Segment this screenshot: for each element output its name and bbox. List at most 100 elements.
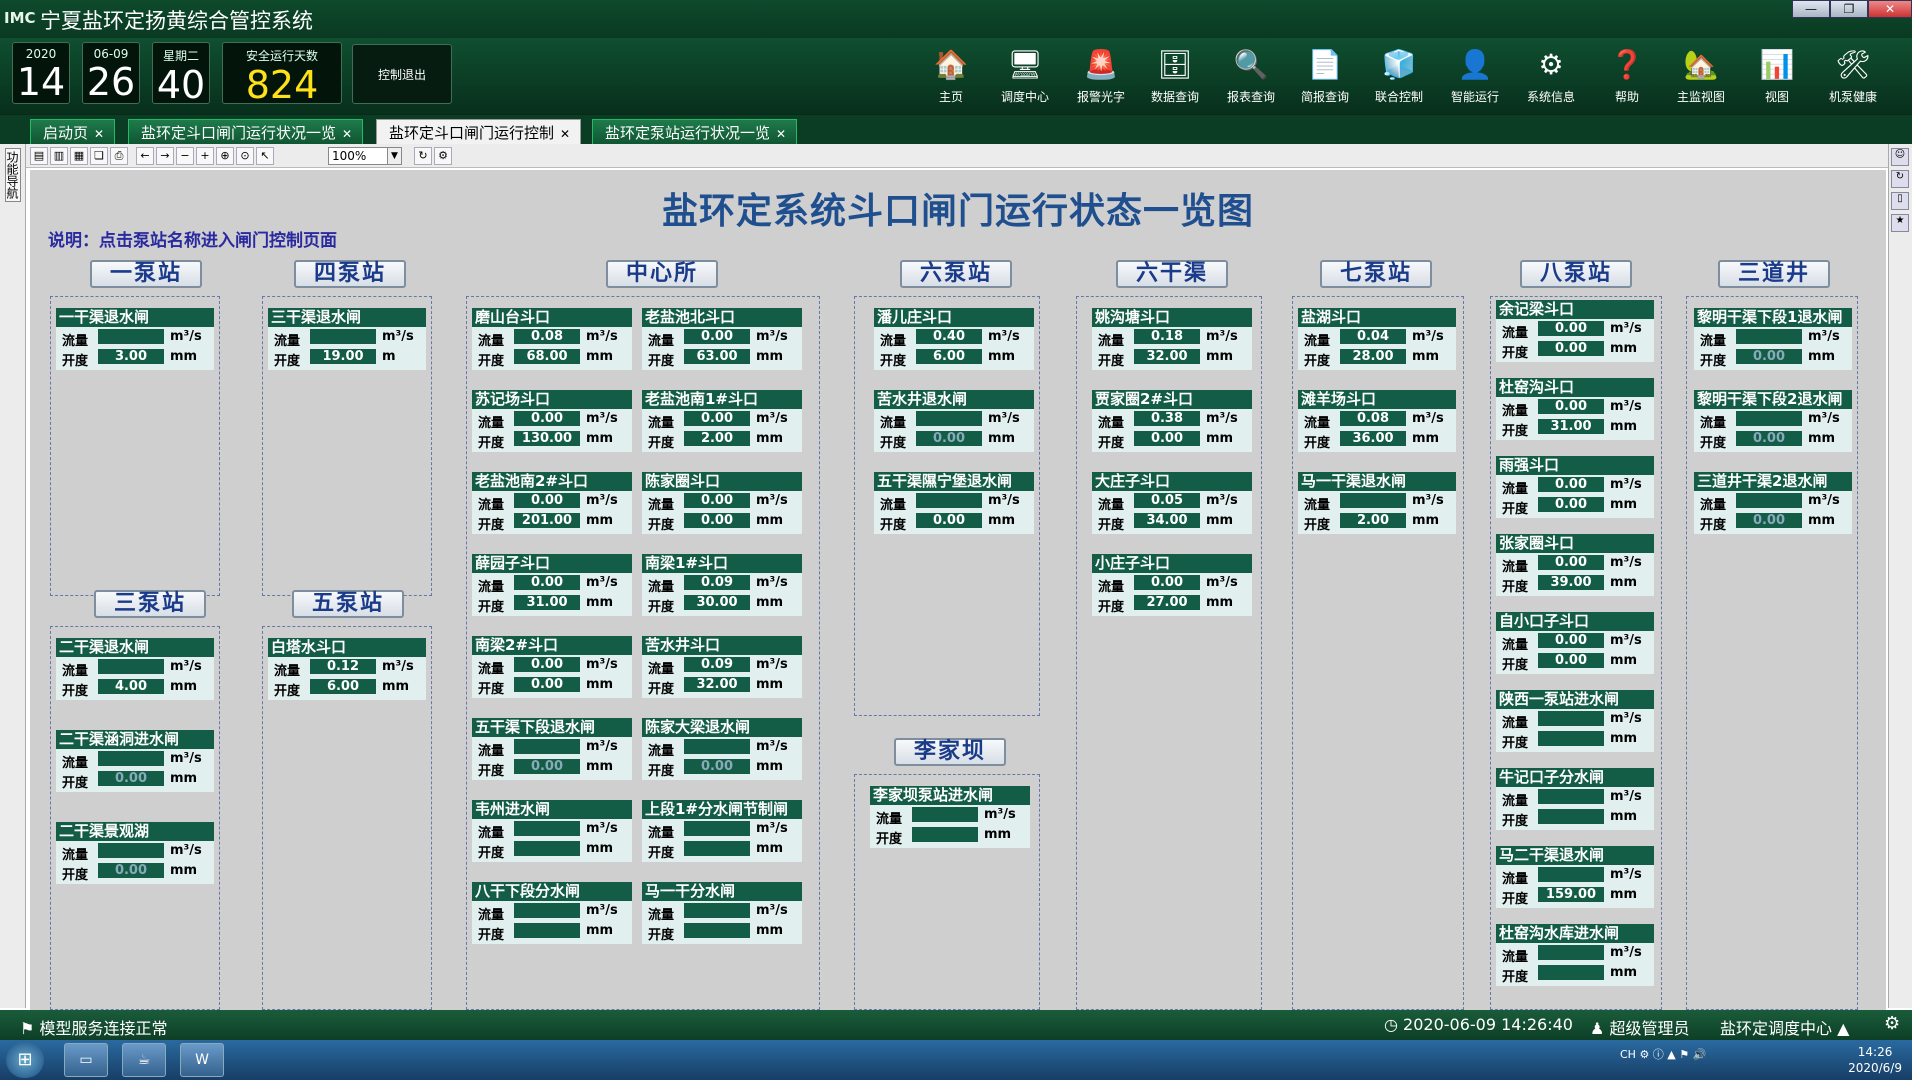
gate-card[interactable]: 杜窑沟斗口 流量 0.00 m³/s 开度 31.00 mm [1496,378,1654,440]
user-icon[interactable]: ☺ [1891,148,1909,166]
toolbar-button-7[interactable]: 👤 智能运行 [1442,42,1508,110]
gate-card[interactable]: 牛记口子分水闸 流量 m³/s 开度 mm [1496,768,1654,830]
pointer-icon[interactable]: ↖ [256,147,274,165]
station-button[interactable]: 五泵站 [292,590,404,618]
toolbar-button-6[interactable]: 🧊 联合控制 [1366,42,1432,110]
refresh-icon[interactable]: ↻ [1891,170,1909,188]
toolbar-button-2[interactable]: 🚨 报警光字 [1068,42,1134,110]
toolbar-button-9[interactable]: ❓ 帮助 [1594,42,1660,110]
settings-icon[interactable]: ⚙ [434,147,452,165]
station-button[interactable]: 七泵站 [1320,260,1432,288]
station-button[interactable]: 八泵站 [1520,260,1632,288]
station-button[interactable]: 六泵站 [900,260,1012,288]
toolbar-button-12[interactable]: 🛠 机泵健康 [1820,42,1886,110]
start-button[interactable]: ⊞ [6,1042,44,1078]
zoom-select[interactable]: 100% ▼ [328,147,402,165]
gate-card[interactable]: 余记梁斗口 流量 0.00 m³/s 开度 0.00 mm [1496,300,1654,362]
gate-card[interactable]: 苏记场斗口 流量 0.00 m³/s 开度 130.00 mm [472,390,632,452]
gate-card[interactable]: 磨山台斗口 流量 0.08 m³/s 开度 68.00 mm [472,308,632,370]
gate-card[interactable]: 小庄子斗口 流量 0.00 m³/s 开度 27.00 mm [1092,554,1252,616]
toolbar-button-8[interactable]: ⚙ 系统信息 [1518,42,1584,110]
gate-card[interactable]: 五干渠隰宁堡退水闸 流量 m³/s 开度 0.00 mm [874,472,1034,534]
close-tab-icon[interactable]: ✕ [560,127,570,141]
gate-card[interactable]: 南梁1#斗口 流量 0.09 m³/s 开度 30.00 mm [642,554,802,616]
gate-card[interactable]: 二干渠退水闸 流量 m³/s 开度 4.00 mm [56,638,214,700]
tab-pump-status-overview[interactable]: 盐环定泵站运行状况一览 ✕ [592,119,798,145]
toolbar-button-4[interactable]: 🔍 报表查询 [1218,42,1284,110]
gate-card[interactable]: 潘儿庄斗口 流量 0.40 m³/s 开度 6.00 mm [874,308,1034,370]
station-button[interactable]: 六干渠 [1116,260,1228,288]
gate-card[interactable]: 自小口子斗口 流量 0.00 m³/s 开度 0.00 mm [1496,612,1654,674]
station-button[interactable]: 李家坝 [894,738,1006,766]
refresh-icon[interactable]: ↻ [414,147,432,165]
station-button[interactable]: 三道井 [1718,260,1830,288]
gate-card[interactable]: 三干渠退水闸 流量 m³/s 开度 19.00 m [268,308,426,370]
toolbar-button-3[interactable]: 🗄 数据查询 [1142,42,1208,110]
input-language[interactable]: CH [1620,1048,1636,1061]
zoom-fit-icon[interactable]: ⊕ [216,147,234,165]
close-button[interactable]: ✕ [1868,0,1912,18]
function-nav-toggle[interactable]: 功能导航 [5,148,21,202]
zoom-out-icon[interactable]: − [176,147,194,165]
gate-card[interactable]: 老盐池南1#斗口 流量 0.00 m³/s 开度 2.00 mm [642,390,802,452]
gate-card[interactable]: 苦水井斗口 流量 0.09 m³/s 开度 32.00 mm [642,636,802,698]
gate-card[interactable]: 陕西一泵站进水闸 流量 m³/s 开度 mm [1496,690,1654,752]
gate-card[interactable]: 雨强斗口 流量 0.00 m³/s 开度 0.00 mm [1496,456,1654,518]
station-button[interactable]: 中心所 [606,260,718,288]
gate-card[interactable]: 黎明干渠下段1退水闸 流量 m³/s 开度 0.00 mm [1694,308,1852,370]
gate-card[interactable]: 杜窑沟水库进水闸 流量 m³/s 开度 mm [1496,924,1654,986]
star-icon[interactable]: ★ [1891,214,1909,232]
print-icon[interactable]: ⎙ [110,147,128,165]
gate-card[interactable]: 白塔水斗口 流量 0.12 m³/s 开度 6.00 mm [268,638,426,700]
minimize-button[interactable]: — [1792,0,1830,18]
close-tab-icon[interactable]: ✕ [94,127,104,141]
gate-card[interactable]: 黎明干渠下段2退水闸 流量 m³/s 开度 0.00 mm [1694,390,1852,452]
toolbar-button-1[interactable]: 🖥 调度中心 [992,42,1058,110]
gate-card[interactable]: 老盐池北斗口 流量 0.00 m³/s 开度 63.00 mm [642,308,802,370]
taskbar-java-app[interactable]: ☕ [122,1043,166,1077]
station-button[interactable]: 三泵站 [94,590,206,618]
gate-card[interactable]: 南梁2#斗口 流量 0.00 m³/s 开度 0.00 mm [472,636,632,698]
toolbar-button-10[interactable]: 🏡 主监视图 [1668,42,1734,110]
gate-card[interactable]: 张家圈斗口 流量 0.00 m³/s 开度 39.00 mm [1496,534,1654,596]
gate-card[interactable]: 五干渠下段退水闸 流量 m³/s 开度 0.00 mm [472,718,632,780]
zoom-in-icon[interactable]: + [196,147,214,165]
open-icon[interactable]: ▥ [50,147,68,165]
control-exit-button[interactable]: 控制退出 [352,44,452,104]
gate-card[interactable]: 三道井干渠2退水闸 流量 m³/s 开度 0.00 mm [1694,472,1852,534]
zoom-region-icon[interactable]: ⊙ [236,147,254,165]
toolbar-button-11[interactable]: 📊 视图 [1744,42,1810,110]
tab-start-page[interactable]: 启动页 ✕ [30,119,116,145]
status-center[interactable]: 盐环定调度中心 ▲ [1720,1015,1849,1039]
station-button[interactable]: 一泵站 [90,260,202,288]
gate-card[interactable]: 李家坝泵站进水闸 流量 m³/s 开度 mm [870,786,1030,848]
restore-button[interactable]: ❐ [1830,0,1868,18]
back-icon[interactable]: ← [136,147,154,165]
taskbar-wps-app[interactable]: W [180,1043,224,1077]
gate-card[interactable]: 马一干渠退水闸 流量 m³/s 开度 2.00 mm [1298,472,1456,534]
gate-card[interactable]: 韦州进水闸 流量 m³/s 开度 mm [472,800,632,862]
tab-gate-status-overview[interactable]: 盐环定斗口闸门运行状况一览 ✕ [128,119,364,145]
close-tab-icon[interactable]: ✕ [776,127,786,141]
toolbar-button-5[interactable]: 📄 简报查询 [1292,42,1358,110]
gate-card[interactable]: 苦水井退水闸 流量 m³/s 开度 0.00 mm [874,390,1034,452]
gate-card[interactable]: 二干渠景观湖 流量 m³/s 开度 0.00 mm [56,822,214,884]
document-icon[interactable]: ▯ [1891,192,1909,210]
gate-card[interactable]: 陈家大梁退水闸 流量 m³/s 开度 0.00 mm [642,718,802,780]
toolbar-button-0[interactable]: 🏠 主页 [918,42,984,110]
save-icon[interactable]: ▦ [70,147,88,165]
gate-card[interactable]: 贾家圈2#斗口 流量 0.38 m³/s 开度 0.00 mm [1092,390,1252,452]
gate-card[interactable]: 二干渠涵洞进水闸 流量 m³/s 开度 0.00 mm [56,730,214,792]
tray-icons[interactable]: ⚙ ⓘ ▲ ⚑ 🔊 [1639,1048,1706,1061]
station-button[interactable]: 四泵站 [294,260,406,288]
copy-icon[interactable]: ❏ [90,147,108,165]
gate-card[interactable]: 上段1#分水闸节制闸 流量 m³/s 开度 mm [642,800,802,862]
taskbar-console-app[interactable]: ▭ [64,1043,108,1077]
gate-card[interactable]: 老盐池南2#斗口 流量 0.00 m³/s 开度 201.00 mm [472,472,632,534]
gate-card[interactable]: 薛园子斗口 流量 0.00 m³/s 开度 31.00 mm [472,554,632,616]
gate-card[interactable]: 一干渠退水闸 流量 m³/s 开度 3.00 mm [56,308,214,370]
gate-card[interactable]: 姚沟塘斗口 流量 0.18 m³/s 开度 32.00 mm [1092,308,1252,370]
gate-card[interactable]: 马二干渠退水闸 流量 m³/s 开度 159.00 mm [1496,846,1654,908]
gate-card[interactable]: 盐湖斗口 流量 0.04 m³/s 开度 28.00 mm [1298,308,1456,370]
tab-gate-control[interactable]: 盐环定斗口闸门运行控制 ✕ [376,119,582,145]
